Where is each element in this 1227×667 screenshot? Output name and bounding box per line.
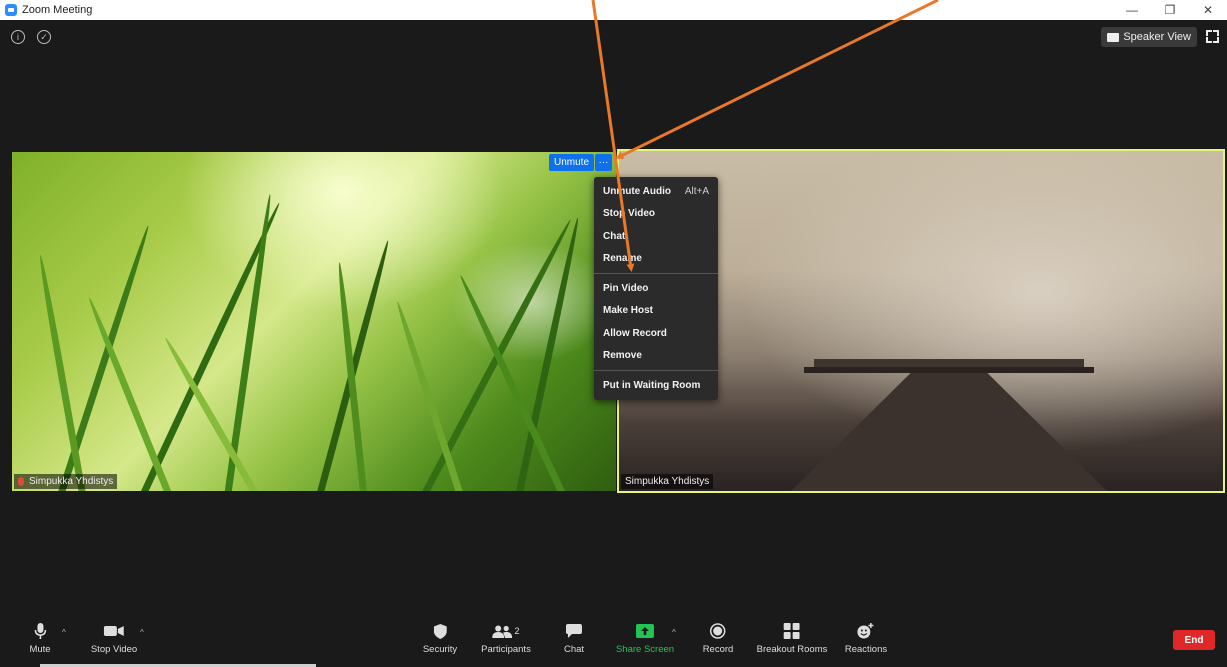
audio-options-caret[interactable]: ^ (62, 628, 66, 637)
menu-item-put-in-waiting-room[interactable]: Put in Waiting Room (594, 374, 718, 397)
menu-item-label: Put in Waiting Room (603, 379, 701, 391)
restore-button[interactable]: ❐ (1151, 0, 1189, 20)
info-icon[interactable]: i (11, 30, 25, 44)
speaker-view-icon (1107, 32, 1120, 42)
menu-item-rename[interactable]: Rename (594, 248, 718, 271)
menu-item-make-host[interactable]: Make Host (594, 300, 718, 323)
video-options-caret[interactable]: ^ (140, 628, 144, 637)
end-meeting-button[interactable]: End (1173, 630, 1215, 650)
participant-name: Simpukka Yhdistys (29, 476, 114, 487)
mute-button[interactable]: Mute (29, 623, 51, 655)
muted-mic-icon (18, 477, 24, 486)
menu-separator (594, 370, 718, 371)
participant-name-label: Simpukka Yhdistys (14, 474, 118, 489)
video-camera-icon (104, 623, 124, 639)
unmute-participant-button[interactable]: Unmute (549, 154, 595, 171)
minimize-button[interactable]: — (1113, 0, 1151, 20)
breakout-rooms-icon (783, 623, 800, 639)
menu-item-chat[interactable]: Chat (594, 225, 718, 248)
video-tile-left[interactable]: Simpukka Yhdistys (12, 152, 616, 491)
menu-item-label: Rename (603, 253, 642, 265)
participant-name-label: Simpukka Yhdistys (621, 474, 714, 489)
shield-icon[interactable]: ✓ (37, 30, 51, 44)
chat-bubble-icon (565, 623, 582, 639)
participants-count: 2 (514, 626, 520, 636)
speaker-view-button[interactable]: Speaker View (1101, 27, 1197, 47)
menu-item-remove[interactable]: Remove (594, 345, 718, 368)
menu-item-unmute-audio[interactable]: Unmute Audio Alt+A (594, 180, 718, 203)
microphone-icon (34, 623, 46, 639)
close-button[interactable]: ✕ (1189, 0, 1227, 20)
meeting-toolbar: Mute ^ Stop Video ^ Security 2 Participa… (0, 616, 1227, 667)
breakout-rooms-button[interactable]: Breakout Rooms (757, 623, 827, 655)
menu-item-stop-video[interactable]: Stop Video (594, 203, 718, 226)
stop-video-button[interactable]: Stop Video (91, 623, 137, 655)
window-title: Zoom Meeting (22, 4, 93, 16)
participant-context-menu: Unmute Audio Alt+A Stop Video Chat Rename Pin… (594, 177, 718, 400)
menu-item-label: Make Host (603, 305, 654, 317)
zoom-logo-icon (5, 4, 17, 16)
speaker-view-label: Speaker View (1123, 31, 1191, 43)
menu-item-label: Stop Video (603, 208, 656, 220)
menu-item-label: Remove (603, 350, 642, 362)
share-screen-button[interactable]: Share Screen (616, 623, 674, 655)
more-options-button[interactable]: ··· (595, 154, 612, 171)
menu-item-shortcut: Alt+A (684, 185, 709, 197)
emoji-icon (857, 623, 875, 639)
record-button[interactable]: Record (703, 623, 733, 655)
menu-item-label: Chat (603, 230, 626, 242)
menu-separator (594, 273, 718, 274)
chat-button[interactable]: Chat (564, 623, 584, 655)
window-titlebar: Zoom Meeting — ❐ ✕ (0, 0, 1227, 20)
share-options-caret[interactable]: ^ (672, 628, 676, 637)
participant-name: Simpukka Yhdistys (625, 476, 710, 487)
menu-item-allow-record[interactable]: Allow Record (594, 322, 718, 345)
record-icon (710, 623, 726, 639)
reactions-button[interactable]: Reactions (845, 623, 887, 655)
fullscreen-icon[interactable] (1206, 30, 1219, 43)
security-button[interactable]: Security (423, 623, 457, 655)
share-screen-icon (636, 623, 654, 639)
window-controls: — ❐ ✕ (1113, 0, 1227, 20)
menu-item-label: Pin Video (603, 282, 649, 294)
menu-item-label: Allow Record (603, 327, 667, 339)
menu-item-label: Unmute Audio (603, 185, 671, 197)
participants-icon (492, 625, 513, 638)
menu-item-pin-video[interactable]: Pin Video (594, 277, 718, 300)
participants-button[interactable]: 2 Participants (481, 623, 531, 655)
shield-icon (433, 623, 447, 639)
